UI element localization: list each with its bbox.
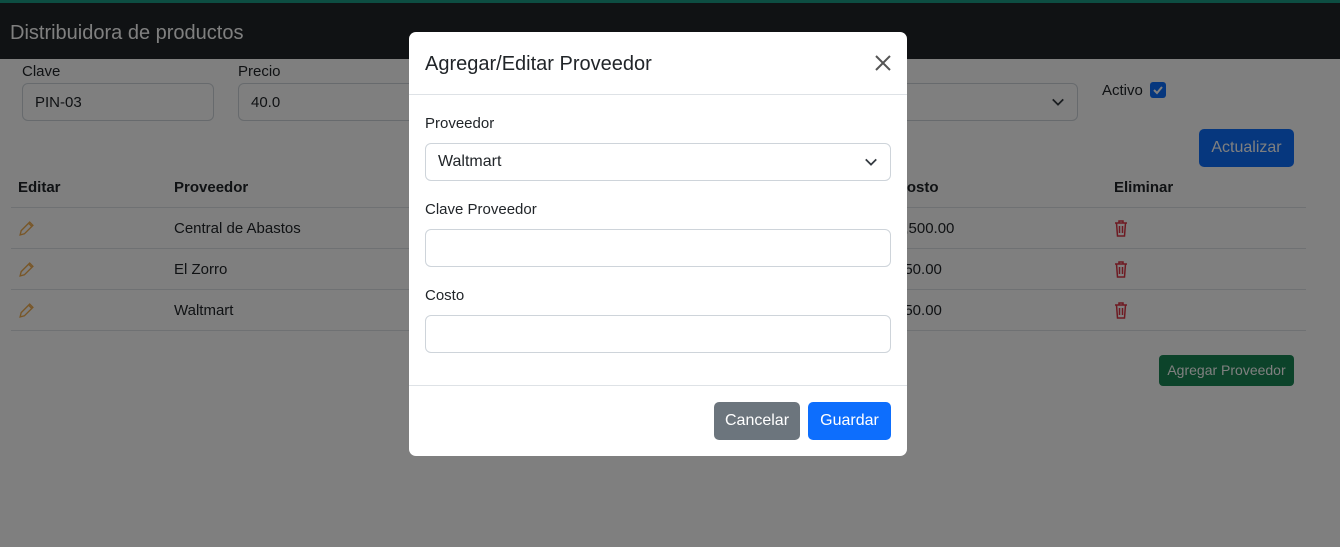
- supplier-modal: Agregar/Editar Proveedor Proveedor Waltm…: [409, 32, 907, 456]
- close-icon[interactable]: [874, 54, 892, 72]
- clave-proveedor-label: Clave Proveedor: [425, 201, 537, 218]
- modal-title: Agregar/Editar Proveedor: [425, 53, 652, 75]
- costo-label: Costo: [425, 287, 465, 304]
- proveedor-select[interactable]: Waltmart: [425, 143, 891, 181]
- modal-header-divider: [409, 94, 907, 95]
- clave-proveedor-input[interactable]: [425, 229, 891, 267]
- proveedor-label: Proveedor: [425, 115, 495, 132]
- save-button[interactable]: Guardar: [808, 402, 891, 440]
- modal-footer-divider: [409, 385, 907, 386]
- chevron-down-icon: [865, 158, 877, 166]
- proveedor-selected-value: Waltmart: [438, 153, 502, 170]
- cancel-button[interactable]: Cancelar: [714, 402, 800, 440]
- costo-input[interactable]: [425, 315, 891, 353]
